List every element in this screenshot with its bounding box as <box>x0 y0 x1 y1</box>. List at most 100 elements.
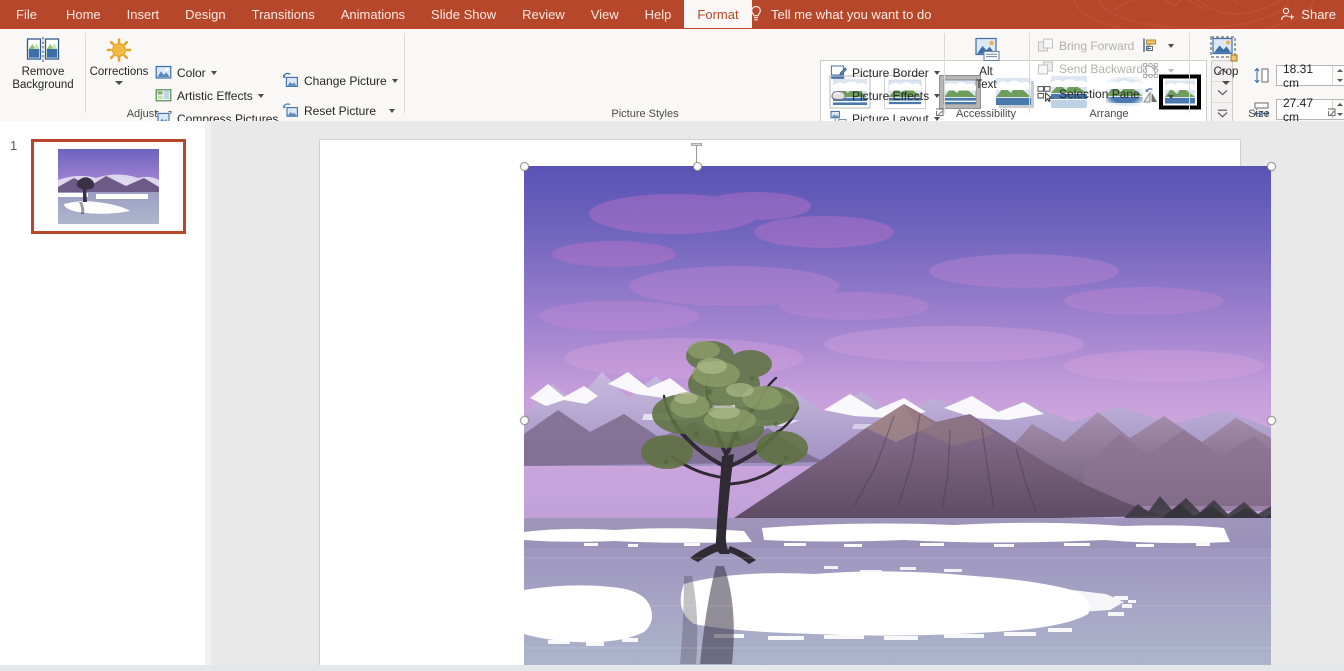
lone-tree-lake-sunset-picture[interactable] <box>524 166 1271 671</box>
tab-insert[interactable]: Insert <box>114 0 173 28</box>
slide-thumbnail-image <box>34 142 183 231</box>
ribbon-group-accessibility: Alt Text Accessibility <box>944 28 1029 121</box>
change-picture-label: Change Picture <box>304 74 387 88</box>
alt-text-label: Alt Text <box>975 66 996 92</box>
slide-canvas[interactable] <box>319 139 1241 671</box>
tab-label: View <box>591 7 619 22</box>
tab-label: Design <box>185 7 225 22</box>
shape-height-input[interactable]: 18.31 cm <box>1276 65 1344 86</box>
chevron-down-icon[interactable] <box>211 71 217 75</box>
picture-effects-icon <box>830 87 847 104</box>
align-objects-button[interactable] <box>1142 35 1174 56</box>
chevron-down-icon[interactable] <box>1222 81 1230 85</box>
artistic-effects-icon <box>155 87 172 104</box>
picture-border-label: Picture Border <box>852 66 929 80</box>
rotate-objects-button[interactable] <box>1142 86 1174 107</box>
chevron-down-icon[interactable] <box>389 109 395 113</box>
ribbon-group-arrange: Bring Forward Send Backward Selection Pa… <box>1029 28 1189 121</box>
ribbon-tabs: File Home Insert Design Transitions Anim… <box>0 0 752 28</box>
picture-border-pen-icon <box>830 64 847 81</box>
tell-me-label: Tell me what you want to do <box>771 7 931 22</box>
chevron-down-icon[interactable] <box>1168 44 1174 48</box>
shape-height-stepper[interactable] <box>1332 66 1344 85</box>
chevron-down-icon[interactable] <box>1168 95 1174 99</box>
tab-view[interactable]: View <box>578 0 632 28</box>
tab-label: Insert <box>127 7 160 22</box>
selection-pane-label: Selection Pane <box>1059 87 1140 101</box>
remove-background-button[interactable]: Remove Background <box>8 36 78 92</box>
handle-top-left[interactable] <box>520 162 529 171</box>
alt-text-button[interactable]: Alt Text <box>959 36 1013 92</box>
slide-number-1: 1 <box>10 138 17 153</box>
tab-review[interactable]: Review <box>509 0 578 28</box>
remove-background-label: Remove Background <box>12 66 73 92</box>
slide-thumbnail-1[interactable] <box>31 139 186 234</box>
tab-label: Help <box>645 7 672 22</box>
group-label-arrange: Arrange <box>1029 108 1189 120</box>
picture-effects-button[interactable]: Picture Effects <box>830 85 940 106</box>
selection-pane-button[interactable]: Selection Pane <box>1037 83 1140 104</box>
crop-button[interactable]: Crop <box>1201 36 1251 85</box>
tell-me-search[interactable]: Tell me what you want to do <box>748 0 931 28</box>
group-label-accessibility: Accessibility <box>938 108 1034 120</box>
group-label-picture-styles: Picture Styles <box>560 108 730 120</box>
tab-help[interactable]: Help <box>632 0 685 28</box>
ribbon-group-size: Crop 18.31 cm <box>1189 28 1344 121</box>
color-picture-icon <box>155 64 172 81</box>
color-button[interactable]: Color <box>155 62 217 83</box>
bring-forward-button: Bring Forward <box>1037 35 1152 56</box>
bring-forward-icon <box>1037 37 1054 54</box>
tab-label: Animations <box>341 7 405 22</box>
reset-picture-label: Reset Picture <box>304 104 376 118</box>
tab-home[interactable]: Home <box>53 0 114 28</box>
tab-transitions[interactable]: Transitions <box>239 0 328 28</box>
group-objects-button <box>1142 60 1174 81</box>
ribbon-tab-bar: File Home Insert Design Transitions Anim… <box>0 0 1344 28</box>
shape-height-value: 18.31 cm <box>1277 62 1332 90</box>
tab-label: Format <box>697 7 738 22</box>
align-objects-icon <box>1142 37 1159 54</box>
slide-editor <box>211 121 1344 671</box>
change-picture-button[interactable]: Change Picture <box>282 70 398 91</box>
tab-design[interactable]: Design <box>172 0 238 28</box>
crop-icon <box>1209 36 1243 66</box>
label-line-1: Alt <box>979 66 992 78</box>
ribbon-group-picture-styles: Picture Border Picture Effects Picture L… <box>405 28 940 121</box>
stepper-down[interactable] <box>1333 76 1344 86</box>
tab-label: Home <box>66 7 101 22</box>
picture-border-button[interactable]: Picture Border <box>830 62 940 83</box>
share-label: Share <box>1301 7 1336 22</box>
tab-label: Transitions <box>252 7 315 22</box>
accessibility-dialog-launcher[interactable] <box>935 108 946 119</box>
corrections-label: Corrections <box>90 66 149 79</box>
handle-middle-left[interactable] <box>520 416 529 425</box>
chevron-down-icon[interactable] <box>258 94 264 98</box>
chevron-down-icon[interactable] <box>115 81 123 85</box>
picture-effects-label: Picture Effects <box>852 89 929 103</box>
size-dialog-launcher[interactable] <box>1327 108 1338 119</box>
corrections-button[interactable]: Corrections <box>90 36 148 85</box>
tab-format[interactable]: Format <box>684 0 751 28</box>
corrections-sun-icon <box>102 36 136 66</box>
chevron-down-icon[interactable] <box>392 79 398 83</box>
share-button[interactable]: Share <box>1280 0 1336 28</box>
tab-file[interactable]: File <box>0 0 53 28</box>
handle-top-right[interactable] <box>1267 162 1276 171</box>
handle-top-center[interactable] <box>693 162 702 171</box>
label-line-2: Background <box>12 79 73 91</box>
reset-picture-button[interactable]: Reset Picture <box>282 100 395 121</box>
group-label-adjust: Adjust <box>82 108 202 120</box>
artistic-effects-label: Artistic Effects <box>177 89 253 103</box>
chevron-down-icon[interactable] <box>934 71 940 75</box>
chevron-down-icon <box>1168 69 1174 73</box>
handle-middle-right[interactable] <box>1267 416 1276 425</box>
stepper-up[interactable] <box>1333 66 1344 76</box>
artistic-effects-button[interactable]: Artistic Effects <box>155 85 264 106</box>
tab-slide-show[interactable]: Slide Show <box>418 0 509 28</box>
chevron-down-icon[interactable] <box>934 94 940 98</box>
tab-animations[interactable]: Animations <box>328 0 418 28</box>
rotate-objects-icon <box>1142 88 1159 105</box>
selection-pane-icon <box>1037 85 1054 102</box>
change-picture-icon <box>282 72 299 89</box>
ribbon: Remove Background Corrections <box>0 28 1344 122</box>
